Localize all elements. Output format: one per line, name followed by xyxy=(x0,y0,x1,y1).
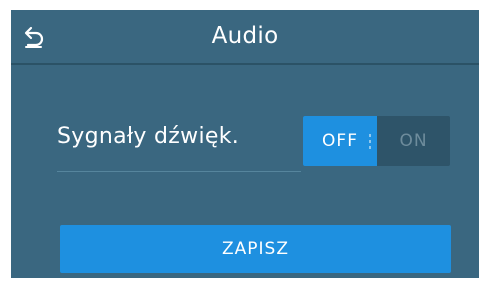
sound-signals-row: Sygnały dźwięk. OFF ON xyxy=(57,116,452,172)
audio-settings-screen: Audio Sygnały dźwięk. OFF ON ZAPISZ xyxy=(11,10,479,278)
toggle-off-option[interactable]: OFF xyxy=(303,116,377,166)
sound-signals-label: Sygnały dźwięk. xyxy=(57,124,240,149)
toggle-on-option[interactable]: ON xyxy=(377,116,450,166)
save-button[interactable]: ZAPISZ xyxy=(60,225,451,273)
header-bar: Audio xyxy=(11,10,479,65)
back-arrow-icon xyxy=(24,26,44,48)
sound-signals-toggle[interactable]: OFF ON xyxy=(303,116,450,166)
page-title: Audio xyxy=(211,23,279,49)
back-button[interactable] xyxy=(19,22,49,52)
row-divider xyxy=(57,171,301,172)
toggle-grip-icon xyxy=(369,134,372,149)
